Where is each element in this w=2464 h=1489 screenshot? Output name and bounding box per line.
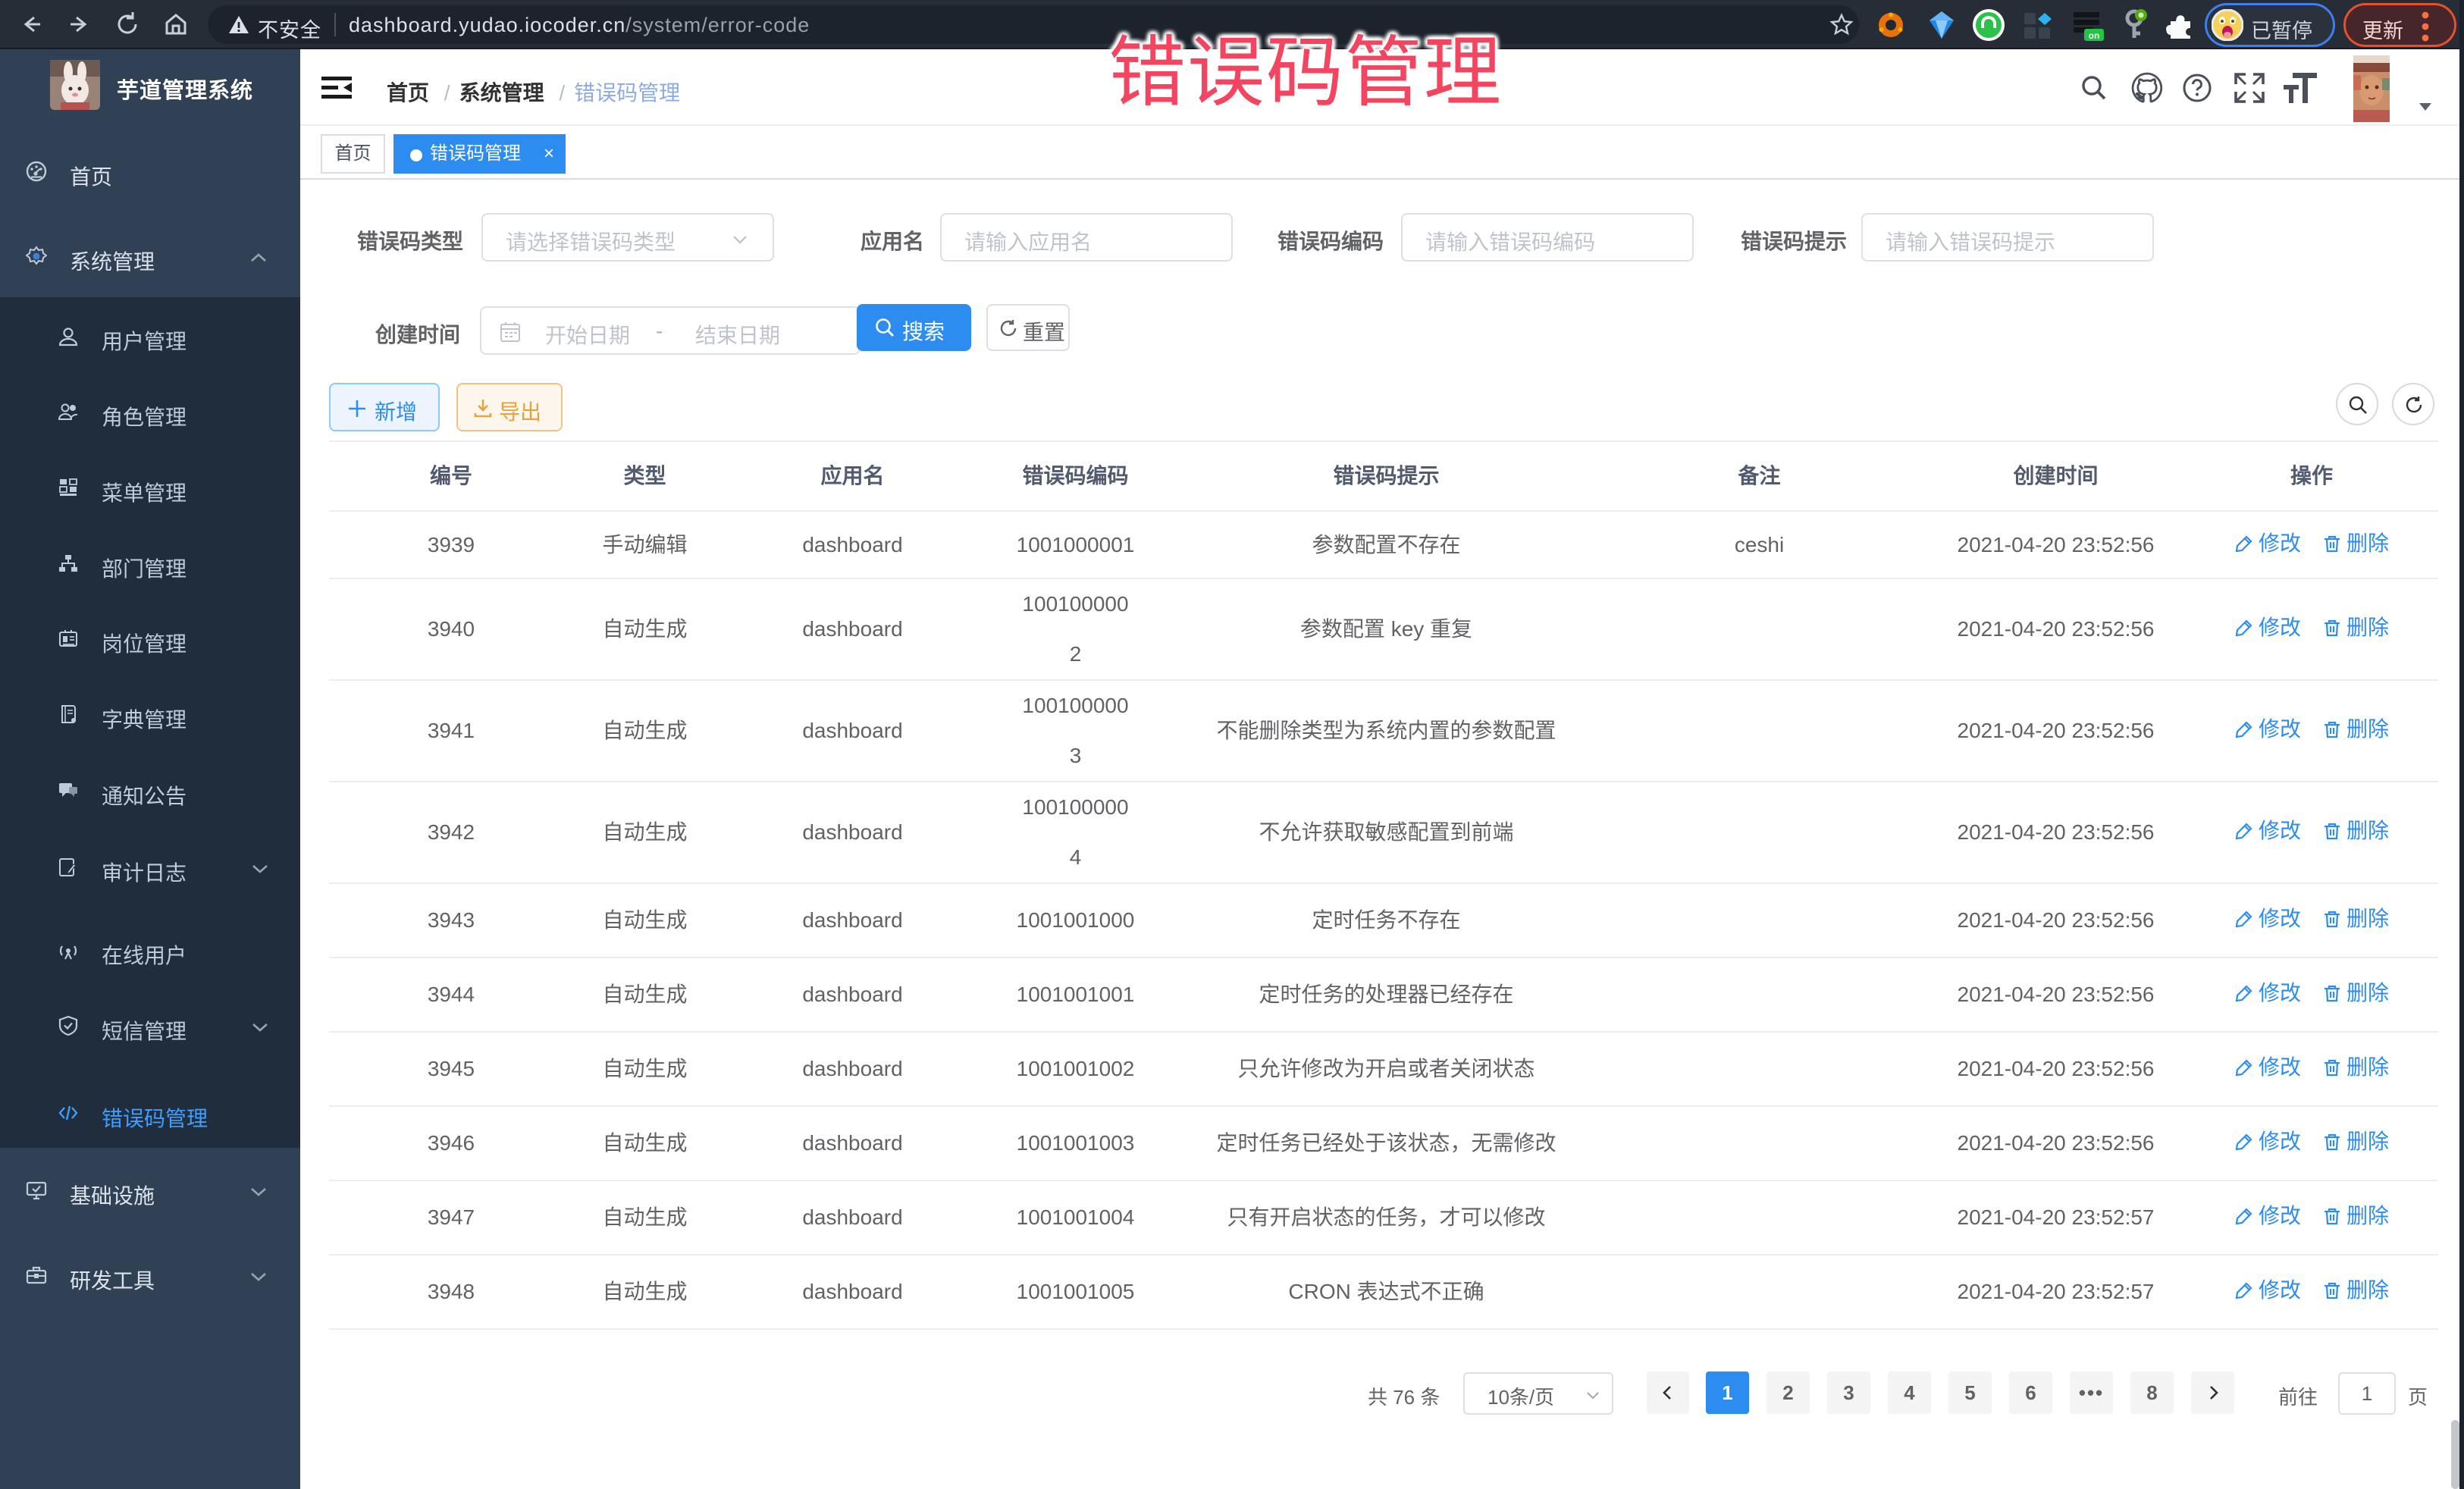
svg-text:on: on [2089,30,2100,41]
